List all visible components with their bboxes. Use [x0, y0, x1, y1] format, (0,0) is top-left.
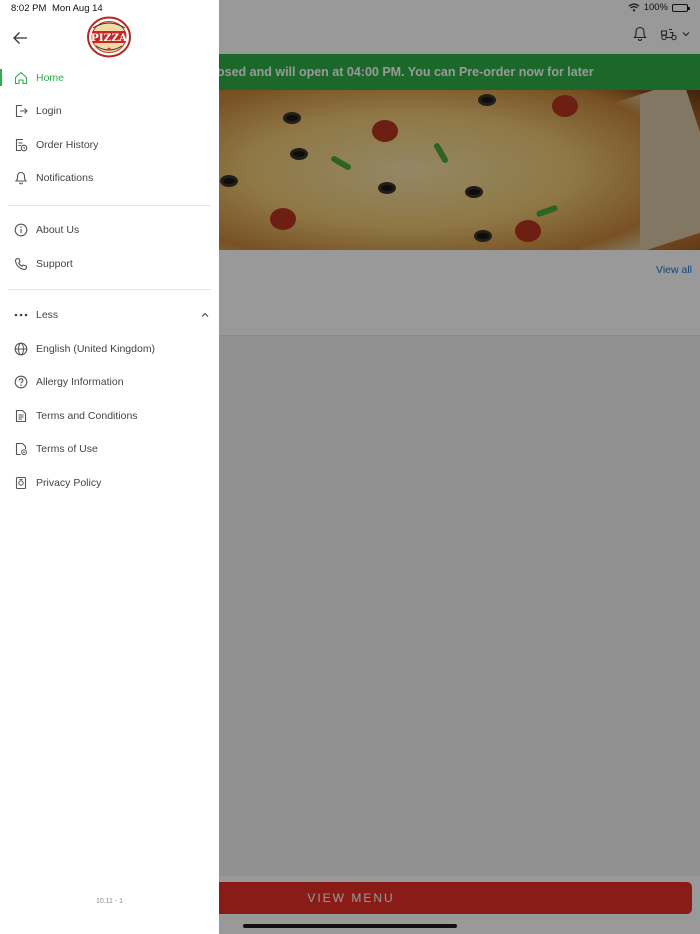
home-icon — [13, 71, 28, 86]
menu-item-allergy-information[interactable]: Allergy Information — [0, 367, 219, 397]
divider — [8, 205, 211, 206]
wifi-icon — [628, 3, 640, 12]
menu-item-label: About Us — [36, 224, 80, 236]
menu-item-label: Order History — [36, 139, 99, 151]
menu-item-label: Login — [36, 105, 62, 117]
home-indicator[interactable] — [243, 924, 457, 928]
menu-item-home[interactable]: Home — [0, 63, 219, 93]
chevron-up-icon — [201, 312, 209, 318]
menu-item-order-history[interactable]: Order History — [0, 130, 219, 160]
menu-item-terms-of-use[interactable]: Terms of Use — [0, 434, 219, 464]
menu-item-label: Support — [36, 258, 73, 270]
more-icon — [13, 308, 28, 323]
menu-item-login[interactable]: Login — [0, 96, 219, 126]
menu-item-label: Privacy Policy — [36, 477, 102, 489]
status-bar: 8:02 PM Mon Aug 14 100% — [0, 0, 700, 18]
menu-item-support[interactable]: Support — [0, 249, 219, 279]
back-arrow-button[interactable] — [12, 30, 30, 46]
menu-item-terms-and-conditions[interactable]: Terms and Conditions — [0, 401, 219, 431]
arrow-left-icon — [13, 32, 27, 44]
bell-icon — [13, 171, 28, 186]
menu-item-notifications[interactable]: Notifications — [0, 163, 219, 193]
menu-item-label: Home — [36, 72, 65, 84]
document-settings-icon — [13, 442, 28, 457]
menu-item-label: Terms of Use — [36, 443, 98, 455]
question-icon — [13, 375, 28, 390]
divider — [8, 289, 211, 290]
app-version: 10.11 - 1 — [95, 898, 124, 905]
status-date: Mon Aug 14 — [52, 3, 103, 14]
status-time: 8:02 PM — [11, 3, 47, 14]
document-icon — [13, 409, 28, 424]
menu-item-label: Allergy Information — [36, 376, 124, 388]
menu-item-language[interactable]: English (United Kingdom) — [0, 334, 219, 364]
order-history-icon — [13, 138, 28, 153]
info-icon — [13, 223, 28, 238]
menu-item-label: Notifications — [36, 172, 94, 184]
login-icon — [13, 104, 28, 119]
navigation-drawer: PIZZA Home Login Order History Notificat… — [0, 0, 219, 934]
status-indicators: 100% — [628, 2, 690, 13]
globe-icon — [13, 342, 28, 357]
menu-item-privacy-policy[interactable]: Privacy Policy — [0, 468, 219, 498]
pizza-logo: PIZZA — [86, 16, 132, 58]
battery-percentage: 100% — [643, 2, 668, 13]
menu-item-label: English (United Kingdom) — [36, 343, 156, 355]
menu-item-less-toggle[interactable]: Less — [0, 300, 219, 330]
svg-text:PIZZA: PIZZA — [91, 32, 128, 44]
menu-item-label: Less — [36, 309, 59, 321]
menu-item-about-us[interactable]: About Us — [0, 215, 219, 245]
battery-icon — [672, 3, 690, 12]
menu-item-label: Terms and Conditions — [36, 410, 138, 422]
privacy-icon — [13, 476, 28, 491]
phone-icon — [13, 257, 28, 272]
